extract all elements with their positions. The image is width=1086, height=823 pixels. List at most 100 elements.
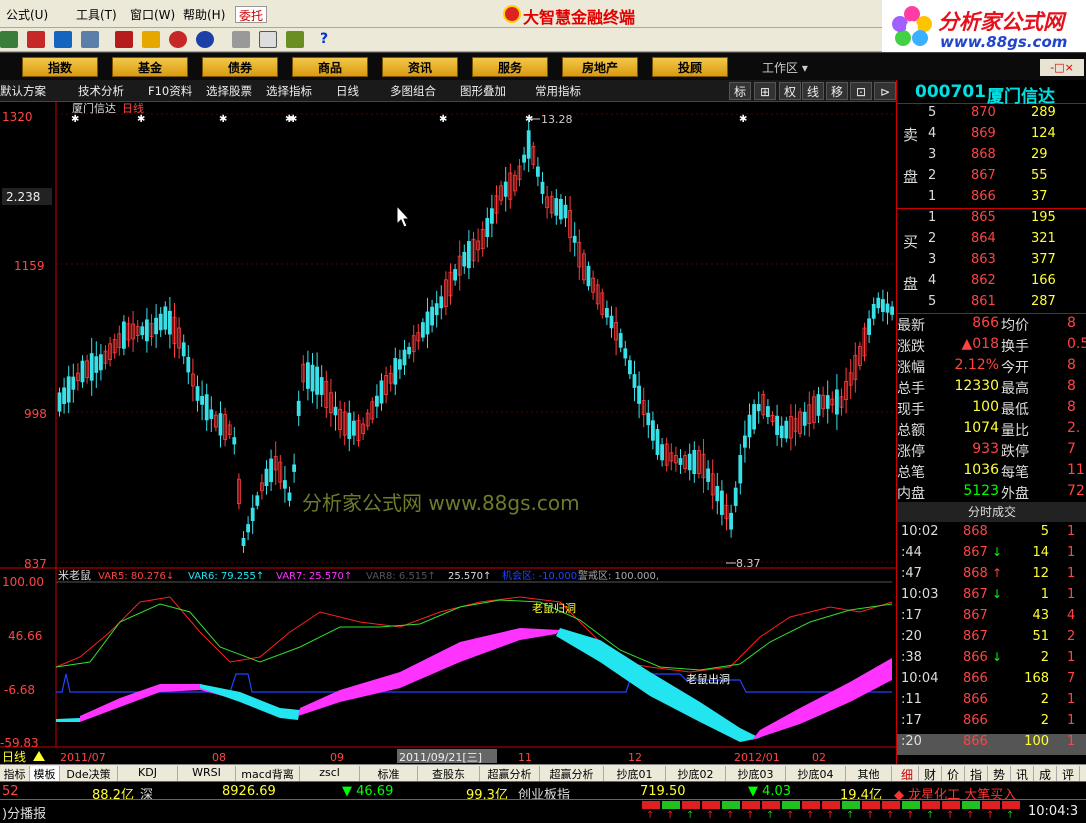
toolbar-icon-5[interactable] — [115, 31, 133, 48]
menu-window[interactable]: 窗口(W) — [130, 6, 175, 23]
nav-commodity-button[interactable]: 商品 — [292, 57, 368, 77]
workarea-dropdown[interactable]: 工作区 ▾ — [762, 59, 808, 76]
window-icon[interactable] — [259, 31, 277, 48]
technical-analysis-select[interactable]: 技术分析 — [78, 83, 124, 99]
move-button[interactable]: 移 — [826, 82, 848, 100]
line-button[interactable]: 线 — [802, 82, 824, 100]
indicator-tab[interactable]: 查股东 — [418, 766, 480, 781]
f10-button[interactable]: F10资料 — [148, 83, 192, 99]
panel-tab[interactable]: 评 — [1057, 766, 1080, 782]
panel-tab[interactable]: 指 — [965, 766, 988, 782]
kline-chart[interactable]: 厦门信达 日线 1320 2.238 1159 998 837 ✱ ✱ ✱ ✱✱ ✱ ✱ ✱… — [0, 102, 896, 764]
indicator-tab[interactable]: WRSI — [178, 766, 236, 781]
status-broadcast[interactable]: )分播报 — [2, 803, 46, 822]
trade-row[interactable]: 10:02 868 5 1 — [897, 524, 1086, 545]
orderbook-row[interactable]: 1 865 195 — [897, 210, 1086, 231]
trade-row[interactable]: :44 867 ↓ 14 1 — [897, 545, 1086, 566]
panel-tab[interactable]: 细 — [896, 766, 919, 782]
trade-row[interactable]: 10:03 867 ↓ 1 1 — [897, 587, 1086, 608]
date-axis-jul: 2011/07 — [60, 751, 106, 764]
indicator-tab[interactable]: 抄底02 — [666, 766, 726, 781]
indicator-tab[interactable]: 其他 — [846, 766, 892, 781]
orderbook-row[interactable]: 5 861 287 — [897, 294, 1086, 315]
indicator-tab[interactable]: 超赢分析 — [540, 766, 604, 781]
nav-bond-button[interactable]: 债券 — [202, 57, 278, 77]
indicator-tab[interactable]: Dde决策 — [60, 766, 118, 781]
orderbook-row[interactable]: 4 862 166 — [897, 273, 1086, 294]
books-icon[interactable] — [286, 31, 304, 48]
binoculars-icon[interactable] — [54, 31, 72, 48]
nav-service-button[interactable]: 服务 — [472, 57, 548, 77]
indicator-tab[interactable]: 标准 — [360, 766, 418, 781]
orderbook-row[interactable]: 3 863 377 — [897, 252, 1086, 273]
panel-tab[interactable]: 势 — [988, 766, 1011, 782]
indicator-tab[interactable]: macd背离 — [236, 766, 300, 781]
indicator-tab[interactable]: 抄底03 — [726, 766, 786, 781]
panel-tab[interactable]: 讯 — [1011, 766, 1034, 782]
indicator-tab[interactable]: 抄底01 — [604, 766, 666, 781]
rights-button[interactable]: 权 — [779, 82, 801, 100]
overlay-select[interactable]: 图形叠加 — [460, 83, 506, 99]
orderbook-row[interactable]: 2 864 321 — [897, 231, 1086, 252]
select-stock-button[interactable]: 选择股票 — [206, 83, 252, 99]
toolbar-icon-7[interactable] — [169, 31, 187, 48]
signal-star-icon: ✱ — [137, 114, 145, 125]
help-pointer-icon[interactable]: ? — [320, 31, 338, 48]
panel-tab[interactable]: 价 — [942, 766, 965, 782]
toolbar-icon-9[interactable] — [232, 31, 250, 48]
play-button[interactable]: ⊳ — [874, 82, 896, 100]
period-select[interactable]: 日线 — [336, 83, 359, 99]
orderbook-row[interactable]: 4 869 124 — [897, 126, 1086, 147]
indicator-tab[interactable]: 抄底04 — [786, 766, 846, 781]
orderbook-price: 863 — [971, 252, 996, 267]
nav-fund-button[interactable]: 基金 — [112, 57, 188, 77]
indicator-tab[interactable]: zscl — [300, 766, 360, 781]
trade-row[interactable]: :17 867 43 4 — [897, 608, 1086, 629]
panel-tab[interactable]: 财 — [919, 766, 942, 782]
stock-code[interactable]: 000701 — [915, 82, 986, 102]
nav-index-button[interactable]: 指数 — [22, 57, 98, 77]
trade-row[interactable]: 10:04 866 168 7 — [897, 671, 1086, 692]
common-indicator-select[interactable]: 常用指标 — [535, 83, 581, 99]
mark-button[interactable]: 标 — [729, 82, 751, 100]
toolbar-icon-8[interactable] — [196, 31, 214, 48]
trades-list[interactable]: 10:02 868 5 1:44 867 ↓ 14 1:47 868 ↑ 12 1 10:03 867 ↓ 1… — [897, 524, 1086, 756]
indicator-tab[interactable]: 模板 — [30, 766, 60, 781]
indicator-tab[interactable]: KDJ — [118, 766, 178, 781]
candle-body — [71, 376, 76, 390]
toolbar-icon-4[interactable] — [81, 31, 99, 48]
trade-row[interactable]: :47 868 ↑ 12 1 — [897, 566, 1086, 587]
trade-row[interactable]: :20 867 51 2 — [897, 629, 1086, 650]
candle-body — [752, 404, 756, 430]
menu-formula[interactable]: 公式(U) — [6, 6, 48, 23]
trade-row[interactable]: :38 866 ↓ 2 1 — [897, 650, 1086, 671]
multi-chart-select[interactable]: 多图组合 — [390, 83, 436, 99]
toolbar-icon-2[interactable] — [27, 31, 45, 48]
indicator-tab[interactable]: 指标 — [0, 766, 30, 781]
menu-tools[interactable]: 工具(T) — [76, 6, 117, 23]
window-button[interactable]: ⊡ — [850, 82, 872, 100]
orderbook-row[interactable]: 3 868 29 — [897, 147, 1086, 168]
trade-row[interactable]: :20 866 100 1 — [897, 734, 1086, 755]
orderbook-row[interactable]: 1 866 37 — [897, 189, 1086, 210]
indicator-tab[interactable]: 超赢分析 — [480, 766, 540, 781]
nav-news-button[interactable]: 资讯 — [382, 57, 458, 77]
orderbook-row[interactable]: 2 867 55 — [897, 168, 1086, 189]
trade-row[interactable]: :17 866 2 1 — [897, 713, 1086, 734]
select-indicator-button[interactable]: 选择指标 — [266, 83, 312, 99]
scheme-select[interactable]: 默认方案 — [0, 83, 46, 99]
candle-body — [706, 468, 710, 482]
toolbar-icon-1[interactable] — [0, 31, 18, 48]
crosshair-button[interactable]: ⊞ — [754, 82, 776, 100]
menu-help[interactable]: 帮助(H) — [183, 6, 225, 23]
panel-tab[interactable]: 成 — [1034, 766, 1057, 782]
breadth-arrow-icon: ↑ — [1006, 810, 1015, 821]
trade-row[interactable]: :11 866 2 1 — [897, 692, 1086, 713]
orderbook-row[interactable]: 5 870 289 — [897, 105, 1086, 126]
watermark: 分析家公式网 www.88gs.com — [302, 491, 580, 515]
nav-advisor-button[interactable]: 投顾 — [652, 57, 728, 77]
toolbar-icon-6[interactable] — [142, 31, 160, 48]
nav-realestate-button[interactable]: 房地产 — [562, 57, 638, 77]
window-controls[interactable]: -□× — [1040, 59, 1084, 76]
weituo-button[interactable]: 委托 — [235, 6, 268, 23]
